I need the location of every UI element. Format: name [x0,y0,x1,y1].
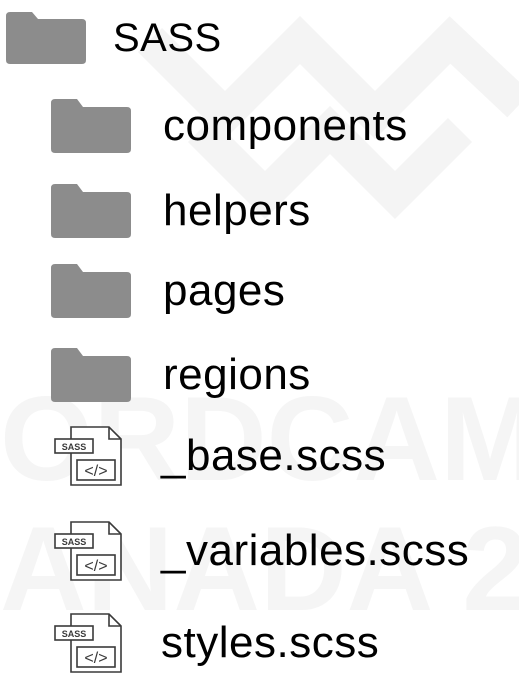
tree-item-file[interactable]: SASS </> styles.scss [53,612,379,674]
file-label: styles.scss [161,618,380,667]
folder-icon [51,264,131,318]
root-folder-label: SASS [113,16,222,60]
tree-item-folder[interactable]: components [51,99,408,153]
sass-badge-text: SASS [62,442,87,452]
tree-root[interactable]: SASS [6,12,222,64]
sass-file-icon: SASS </> [54,426,122,486]
folder-label: components [163,101,408,150]
tree-item-folder[interactable]: pages [51,264,285,318]
folder-label: regions [163,350,311,399]
svg-text:</>: </> [84,558,107,575]
sass-file-icon: SASS </> [54,521,122,581]
tree-item-file[interactable]: SASS </> _base.scss [53,425,386,487]
sass-badge-text: SASS [62,537,87,547]
tree-item-file[interactable]: SASS </> _variables.scss [53,520,469,582]
file-label: _base.scss [161,431,387,480]
tree-item-folder[interactable]: regions [51,348,311,402]
svg-text:</>: </> [84,650,107,667]
folder-icon [51,348,131,402]
folder-icon [6,12,86,64]
folder-icon [51,184,131,238]
file-label: _variables.scss [161,526,470,575]
svg-text:</>: </> [84,463,107,480]
folder-label: helpers [163,186,311,235]
tree-item-folder[interactable]: helpers [51,184,311,238]
folder-icon [51,99,131,153]
sass-file-icon: SASS </> [54,613,122,673]
folder-label: pages [163,266,286,315]
sass-badge-text: SASS [62,629,87,639]
